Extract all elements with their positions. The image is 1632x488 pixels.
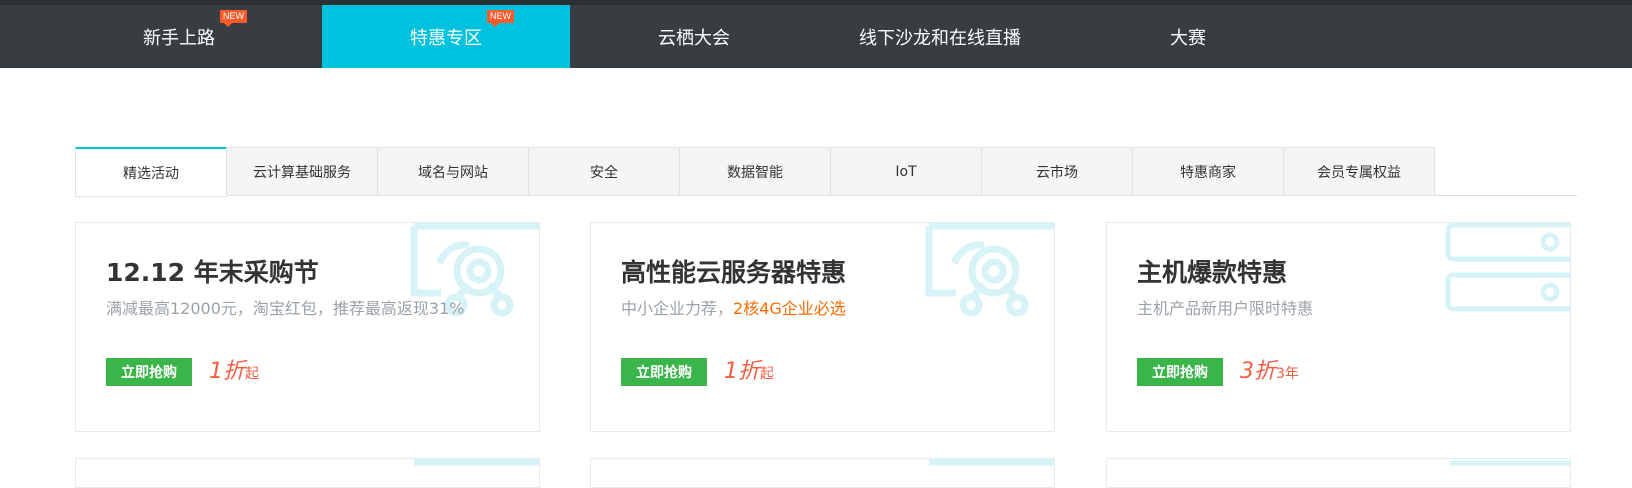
tab-marketplace[interactable]: 云市场 [981,147,1132,196]
category-tabs: 精选活动 云计算基础服务 域名与网站 安全 数据智能 IoT 云市场 特惠商家 … [75,147,1577,197]
tab-cloud-computing[interactable]: 云计算基础服务 [226,147,377,196]
discount-suffix: 3年 [1276,366,1299,382]
tab-member-benefits[interactable]: 会员专属权益 [1283,147,1435,196]
top-nav-bar: 新手上路 NEW 特惠专区 NEW 云栖大会 线下沙龙和在线直播 大赛 [0,0,1632,68]
card-description: 主机产品新用户限时特惠 [1137,295,1313,319]
nav-item-yunqi-conference[interactable]: 云栖大会 [600,5,788,68]
server-rack-icon [1445,223,1570,312]
nav-item-text: 大赛 [1170,27,1206,49]
cloud-network-icon [414,459,539,466]
nav-item-salon-live[interactable]: 线下沙龙和在线直播 [830,5,1050,68]
promo-card-partial[interactable] [75,458,540,488]
tab-domain-website[interactable]: 域名与网站 [377,147,528,196]
promo-card[interactable]: 主机爆款特惠 主机产品新用户限时特惠 立即抢购 3折3年 [1106,222,1571,432]
tab-featured[interactable]: 精选活动 [75,147,226,197]
discount-value: 3折 [1240,359,1276,384]
discount-price: 1折起 [209,353,259,385]
new-badge: NEW [220,9,247,27]
card-title: 12.12 年末采购节 [106,258,319,287]
tab-label: 云计算基础服务 [253,164,351,181]
promo-card-partial[interactable] [1106,458,1571,488]
discount-suffix: 起 [245,366,259,382]
cloud-network-icon [929,459,1054,466]
nav-item-text: 新手上路 [143,27,215,49]
nav-item-specials[interactable]: 特惠专区 NEW [322,5,570,68]
tab-label: 特惠商家 [1180,164,1236,181]
tab-label: 域名与网站 [418,164,488,181]
nav-item-competition[interactable]: 大赛 [1110,5,1266,68]
tab-label: 精选活动 [123,165,179,182]
buy-now-button[interactable]: 立即抢购 [106,358,192,386]
nav-item-text: 线下沙龙和在线直播 [859,27,1021,49]
nav-item-beginner[interactable]: 新手上路 NEW [95,5,263,68]
nav-item-text: 特惠专区 [410,27,482,49]
card-description-highlight: 2核4G企业必选 [733,299,846,318]
tab-label: 数据智能 [727,164,783,181]
cloud-network-icon [925,223,1054,317]
tab-label: 会员专属权益 [1317,164,1401,181]
card-description: 满减最高12000元，淘宝红包，推荐最高返现31% [106,295,464,319]
buy-now-button[interactable]: 立即抢购 [621,358,707,386]
card-title: 高性能云服务器特惠 [621,258,847,287]
discount-price: 3折3年 [1240,353,1299,385]
buy-now-button[interactable]: 立即抢购 [1137,358,1223,386]
discount-price: 1折起 [724,353,774,385]
discount-suffix: 起 [760,366,774,382]
promo-card[interactable]: 12.12 年末采购节 满减最高12000元，淘宝红包，推荐最高返现31% 立即… [75,222,540,432]
nav-item-label: 特惠专区 NEW [410,9,514,50]
tab-label: 云市场 [1036,164,1078,181]
card-description: 中小企业力荐，2核4G企业必选 [621,295,846,319]
discount-value: 1折 [724,359,760,384]
card-description-text: 中小企业力荐， [621,299,734,318]
tab-iot[interactable]: IoT [830,147,981,196]
nav-item-label: 新手上路 NEW [143,9,247,50]
tab-data-intelligence[interactable]: 数据智能 [679,147,830,196]
tab-partner-deals[interactable]: 特惠商家 [1132,147,1283,196]
card-description-text: 满减最高12000元，淘宝红包，推荐最高返现31% [106,299,465,318]
tab-label: 安全 [590,164,618,181]
nav-item-text: 云栖大会 [658,27,730,49]
server-rack-icon [1450,460,1570,466]
tab-label: IoT [895,163,917,180]
tab-security[interactable]: 安全 [528,147,679,196]
promo-card-partial[interactable] [590,458,1055,488]
new-badge: NEW [487,9,514,27]
promo-card[interactable]: 高性能云服务器特惠 中小企业力荐，2核4G企业必选 立即抢购 1折起 [590,222,1055,432]
card-title: 主机爆款特惠 [1137,258,1288,287]
discount-value: 1折 [209,359,245,384]
card-description-text: 主机产品新用户限时特惠 [1137,299,1314,318]
